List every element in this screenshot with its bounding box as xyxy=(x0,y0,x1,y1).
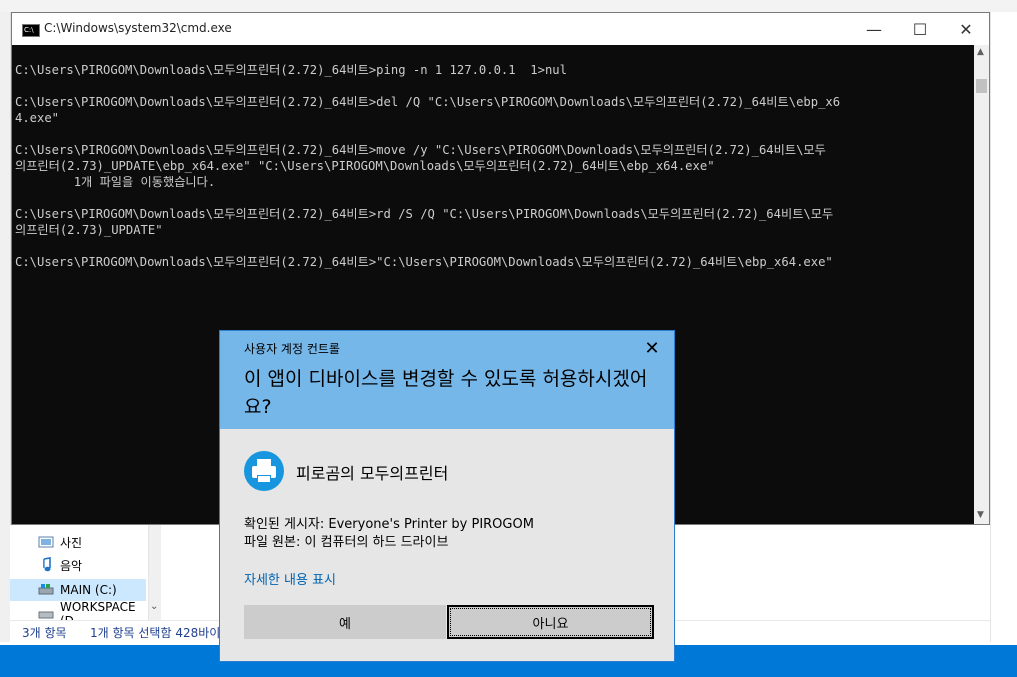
cmd-title-bar[interactable]: C:\Windows\system32\cmd.exe — ☐ ✕ xyxy=(12,13,989,45)
drive-icon xyxy=(38,582,54,598)
uac-close-button[interactable]: ✕ xyxy=(638,337,666,359)
uac-header: 사용자 계정 컨트롤 ✕ 이 앱이 디바이스를 변경할 수 있도록 허용하시겠어… xyxy=(220,331,674,429)
close-icon: ✕ xyxy=(959,19,973,39)
nav-item-pictures[interactable]: 사진 xyxy=(10,531,146,553)
console-line: C:\Users\PIROGOM\Downloads\모두의프린터(2.72)_… xyxy=(15,255,833,269)
nav-item-label: MAIN (C:) xyxy=(60,583,117,597)
nav-item-music[interactable]: 음악 xyxy=(10,554,146,576)
status-item-count: 3개 항목 xyxy=(22,626,67,640)
cmd-app-icon xyxy=(22,24,40,37)
nav-item-label: 사진 xyxy=(60,535,83,550)
maximize-button[interactable]: ☐ xyxy=(897,13,943,45)
nav-item-label: WORKSPACE (D xyxy=(60,600,136,620)
uac-question: 이 앱이 디바이스를 변경할 수 있도록 허용하시겠어요? xyxy=(244,368,648,418)
uac-app-name: 피로곰의 모두의프린터 xyxy=(296,464,449,483)
maximize-icon: ☐ xyxy=(912,19,928,39)
console-line: C:\Users\PIROGOM\Downloads\모두의프린터(2.72)_… xyxy=(15,95,841,109)
scroll-up-icon[interactable]: ▲ xyxy=(977,47,984,57)
printer-icon xyxy=(244,451,284,491)
cmd-scrollbar[interactable]: ▲ ▼ xyxy=(974,45,989,524)
navigation-scrollbar[interactable]: ⌄ xyxy=(149,525,161,620)
show-details-link[interactable]: 자세한 내용 표시 xyxy=(244,569,336,588)
drive-icon xyxy=(38,606,54,620)
nav-item-main-drive[interactable]: MAIN (C:) xyxy=(10,579,146,601)
uac-dialog: 사용자 계정 컨트롤 ✕ 이 앱이 디바이스를 변경할 수 있도록 허용하시겠어… xyxy=(219,330,675,662)
nav-item-label: 음악 xyxy=(60,558,83,573)
music-icon xyxy=(38,557,54,573)
close-button[interactable]: ✕ xyxy=(943,13,989,45)
uac-file-origin: 파일 원본: 이 컴퓨터의 하드 드라이브 xyxy=(244,535,449,550)
cmd-window-title: C:\Windows\system32\cmd.exe xyxy=(44,21,232,35)
scroll-down-icon[interactable]: ▼ xyxy=(977,510,984,520)
uac-publisher: 확인된 게시자: Everyone's Printer by PIROGOM xyxy=(244,517,534,532)
chevron-down-icon[interactable]: ⌄ xyxy=(150,601,158,612)
no-button[interactable]: 아니요 xyxy=(447,605,654,639)
minimize-button[interactable]: — xyxy=(851,13,897,45)
pictures-icon xyxy=(38,534,54,550)
navigation-pane: 사진 음악 MAIN (C:) WORKSPACE (D xyxy=(10,525,149,620)
close-icon: ✕ xyxy=(644,337,660,359)
minimize-icon: — xyxy=(866,19,882,39)
console-line: 4.exe" xyxy=(15,111,60,125)
uac-app-row: 피로곰의 모두의프린터 xyxy=(244,451,644,491)
nav-item-workspace-drive[interactable]: WORKSPACE (D xyxy=(10,600,146,620)
explorer-right-edge xyxy=(990,12,1017,642)
console-line: 의프린터(2.73)_UPDATE\ebp_x64.exe" "C:\Users… xyxy=(15,159,715,173)
scrollbar-thumb[interactable] xyxy=(976,79,987,93)
yes-button[interactable]: 예 xyxy=(244,605,446,639)
console-line: C:\Users\PIROGOM\Downloads\모두의프린터(2.72)_… xyxy=(15,207,834,221)
console-line: C:\Users\PIROGOM\Downloads\모두의프린터(2.72)_… xyxy=(15,63,567,77)
console-line: 1개 파일을 이동했습니다. xyxy=(15,175,216,189)
console-line: 의프린터(2.73)_UPDATE" xyxy=(15,223,163,237)
console-line: C:\Users\PIROGOM\Downloads\모두의프린터(2.72)_… xyxy=(15,143,826,157)
status-selection: 1개 항목 선택함 428바이 xyxy=(90,626,221,640)
uac-caption: 사용자 계정 컨트롤 xyxy=(244,342,340,356)
